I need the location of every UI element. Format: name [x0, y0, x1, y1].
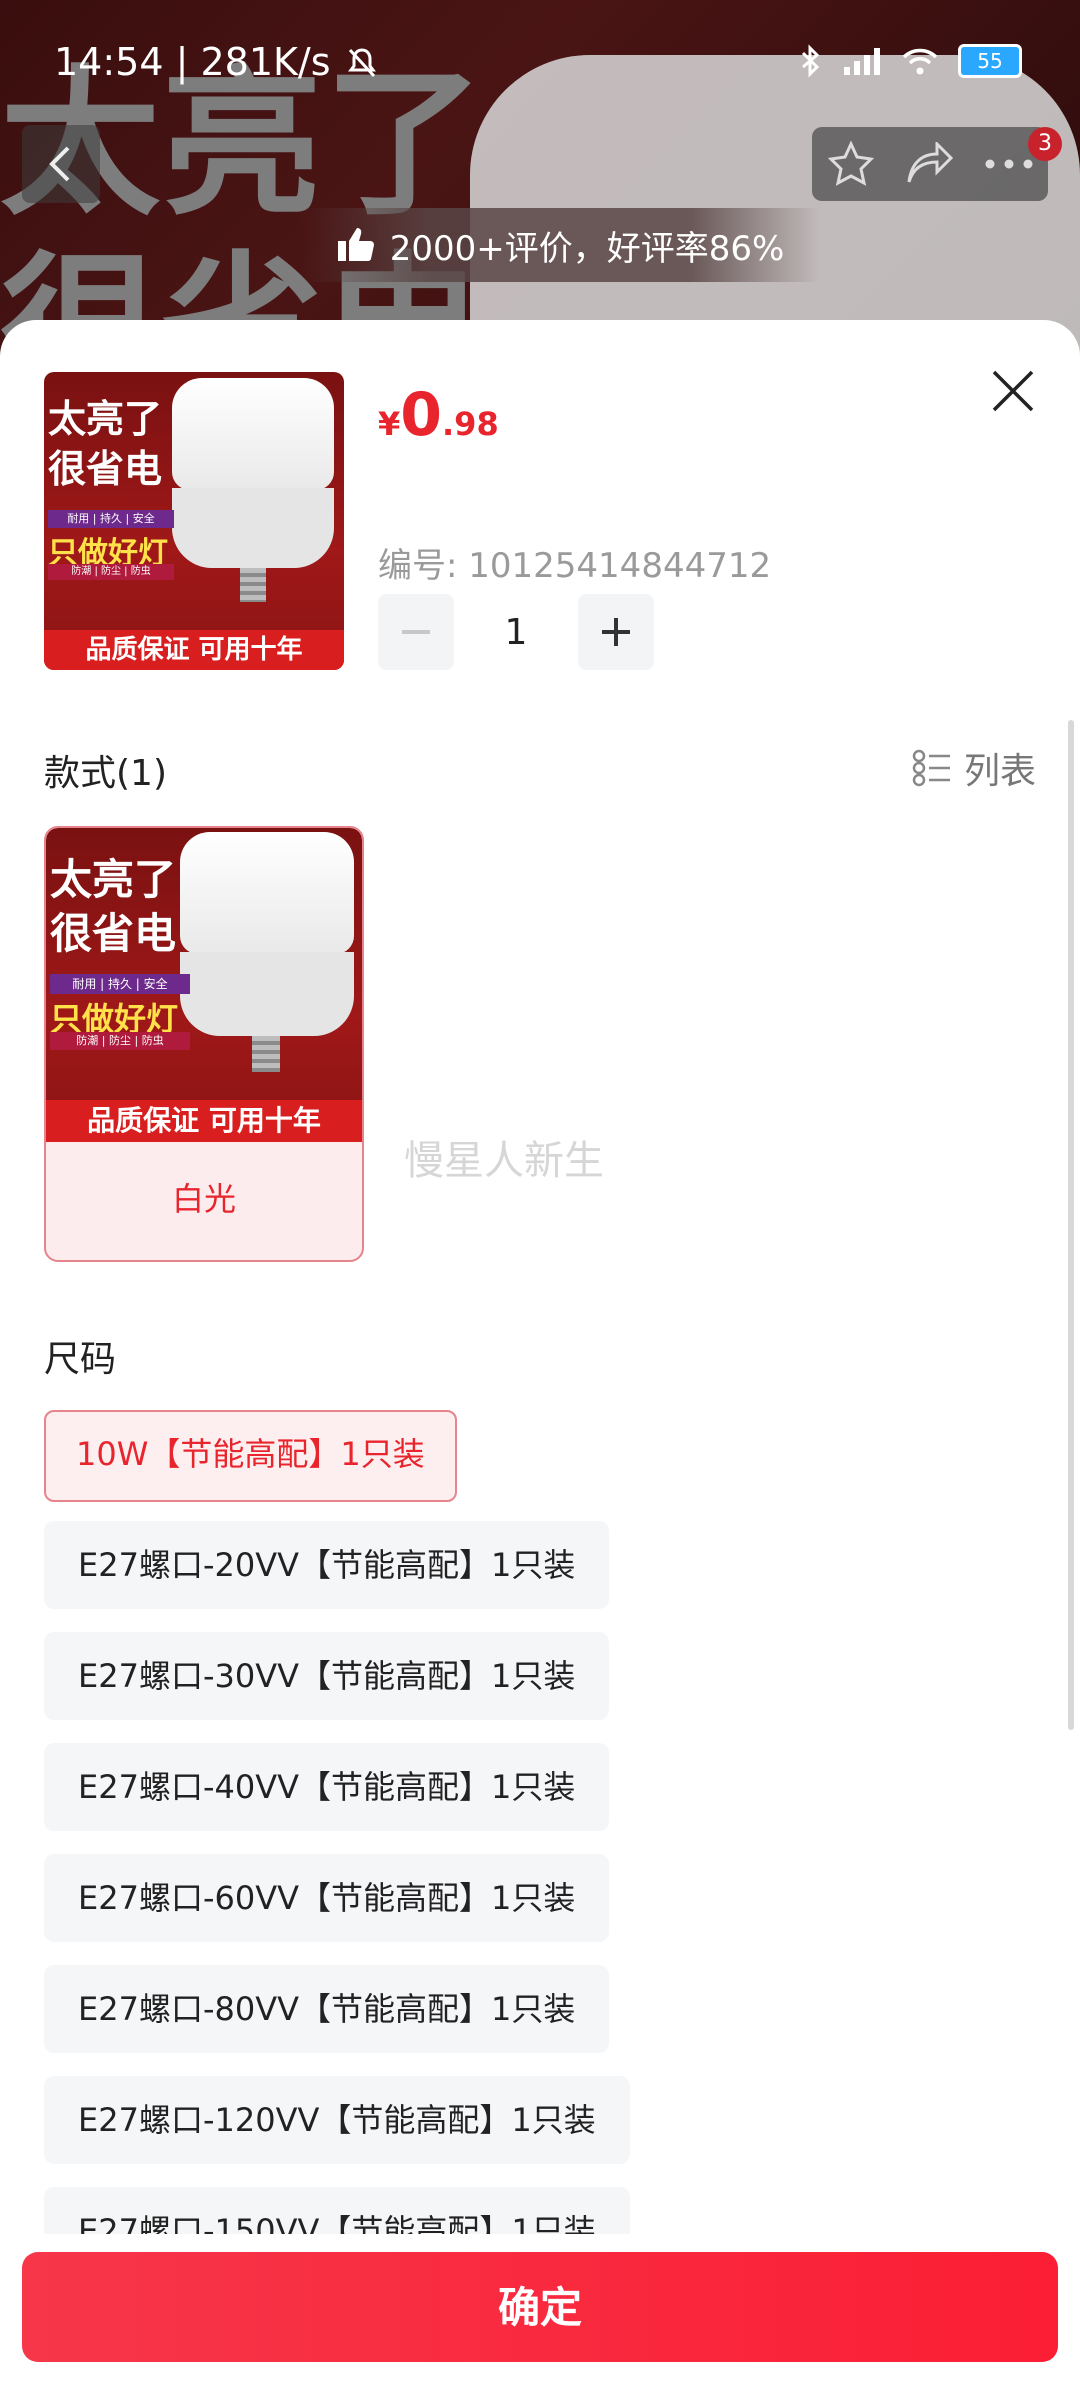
sku-number: 编号: 10125414844712 — [378, 546, 772, 586]
size-section-title: 尺码 — [44, 1339, 117, 1380]
decrease-quantity-button[interactable] — [378, 594, 454, 670]
back-button[interactable] — [22, 125, 100, 203]
style-img-bottom-strip: 品质保证 可用十年 — [46, 1100, 362, 1142]
thumb-bulb-base — [240, 568, 266, 602]
price: ¥0.98 — [378, 380, 499, 450]
product-thumbnail[interactable]: 太亮了 很省电 耐用 | 持久 | 安全 只做好灯 防潮 | 防尘 | 防虫 品… — [44, 372, 344, 670]
screen: 太亮了 很省电 14:54 | 281K/s 55 3 2000+评价，好评率8… — [0, 0, 1080, 2400]
thumb-bottom-strip: 品质保证 可用十年 — [44, 630, 344, 670]
quantity-stepper: 1 — [378, 594, 654, 670]
status-bar: 14:54 | 281K/s 55 — [0, 0, 1080, 120]
back-icon — [49, 146, 70, 182]
style-section-title: 款式(1) — [44, 753, 167, 794]
review-text: 2000+评价，好评率86% — [389, 228, 785, 269]
thumb-text-line2: 很省电 — [48, 447, 163, 491]
thumb-tag-bottom: 防潮 | 防尘 | 防虫 — [48, 564, 174, 580]
bluetooth-icon — [801, 44, 820, 78]
signal-icon — [844, 48, 880, 75]
list-icon — [912, 749, 950, 787]
size-option-120w[interactable]: E27螺口-120VV【节能高配】1只装 — [44, 2076, 630, 2164]
wifi-icon — [902, 48, 938, 75]
battery-indicator: 55 — [958, 44, 1022, 78]
background-product-page: 太亮了 很省电 14:54 | 281K/s 55 3 2000+评价，好评率8… — [0, 0, 1080, 360]
style-img-bulb — [180, 832, 354, 954]
style-img-tag-top: 耐用 | 持久 | 安全 — [50, 974, 190, 994]
close-icon — [992, 370, 1034, 412]
style-img-bulb-neck — [180, 952, 354, 1036]
thumb-tag-top: 耐用 | 持久 | 安全 — [48, 510, 174, 528]
share-button[interactable] — [902, 136, 958, 192]
size-option-10w[interactable]: 10W【节能高配】1只装 — [44, 1410, 457, 1502]
size-option-60w[interactable]: E27螺口-60VV【节能高配】1只装 — [44, 1854, 610, 1942]
minus-icon — [402, 630, 430, 634]
close-button[interactable] — [988, 366, 1038, 416]
more-badge: 3 — [1028, 127, 1062, 161]
style-img-tag-bottom: 防潮 | 防尘 | 防虫 — [50, 1032, 190, 1050]
style-img-text-line1: 太亮了 — [50, 855, 177, 904]
favorite-button[interactable] — [823, 136, 879, 192]
size-option-30w[interactable]: E27螺口-30VV【节能高配】1只装 — [44, 1632, 610, 1720]
confirm-button[interactable]: 确定 — [22, 2252, 1058, 2362]
top-actions — [812, 127, 1048, 201]
price-decimal: .98 — [442, 405, 499, 443]
list-toggle-label: 列表 — [963, 751, 1036, 792]
style-img-bulb-base — [252, 1036, 280, 1072]
status-icons: 55 — [798, 44, 1022, 78]
more-icon — [985, 159, 1033, 169]
list-view-toggle[interactable]: 列表 — [912, 742, 1036, 794]
review-summary[interactable]: 2000+评价，好评率86% — [300, 208, 820, 282]
status-time-text: 14:54 | 281K/s — [54, 40, 331, 84]
size-option-20w[interactable]: E27螺口-20VV【节能高配】1只装 — [44, 1521, 610, 1609]
share-icon — [907, 142, 954, 183]
scrollbar[interactable] — [1068, 720, 1074, 1730]
thumb-bulb — [172, 378, 334, 490]
style-img-text-line2: 很省电 — [50, 909, 177, 958]
size-option-40w[interactable]: E27螺口-40VV【节能高配】1只装 — [44, 1743, 610, 1831]
thumb-text-line1: 太亮了 — [48, 397, 163, 441]
increase-quantity-button[interactable] — [578, 594, 654, 670]
style-option-image: 太亮了 很省电 耐用 | 持久 | 安全 只做好灯 防潮 | 防尘 | 防虫 品… — [46, 828, 362, 1142]
size-option-80w[interactable]: E27螺口-80VV【节能高配】1只装 — [44, 1965, 610, 2053]
quantity-value[interactable]: 1 — [454, 612, 578, 653]
plus-icon — [602, 618, 630, 646]
footer: 确定 — [0, 2234, 1080, 2400]
status-time: 14:54 | 281K/s — [54, 40, 377, 84]
thumb-bulb-neck — [172, 488, 334, 568]
mute-bell-icon — [347, 48, 376, 78]
thumbs-up-icon — [337, 228, 374, 261]
price-integer: 0 — [400, 380, 443, 450]
star-icon — [828, 141, 875, 186]
style-option-card[interactable]: 太亮了 很省电 耐用 | 持久 | 安全 只做好灯 防潮 | 防尘 | 防虫 品… — [44, 826, 364, 1262]
watermark: 慢星人新生 — [404, 1138, 604, 1184]
style-option-label: 白光 — [171, 1180, 236, 1218]
price-currency: ¥ — [378, 405, 401, 443]
